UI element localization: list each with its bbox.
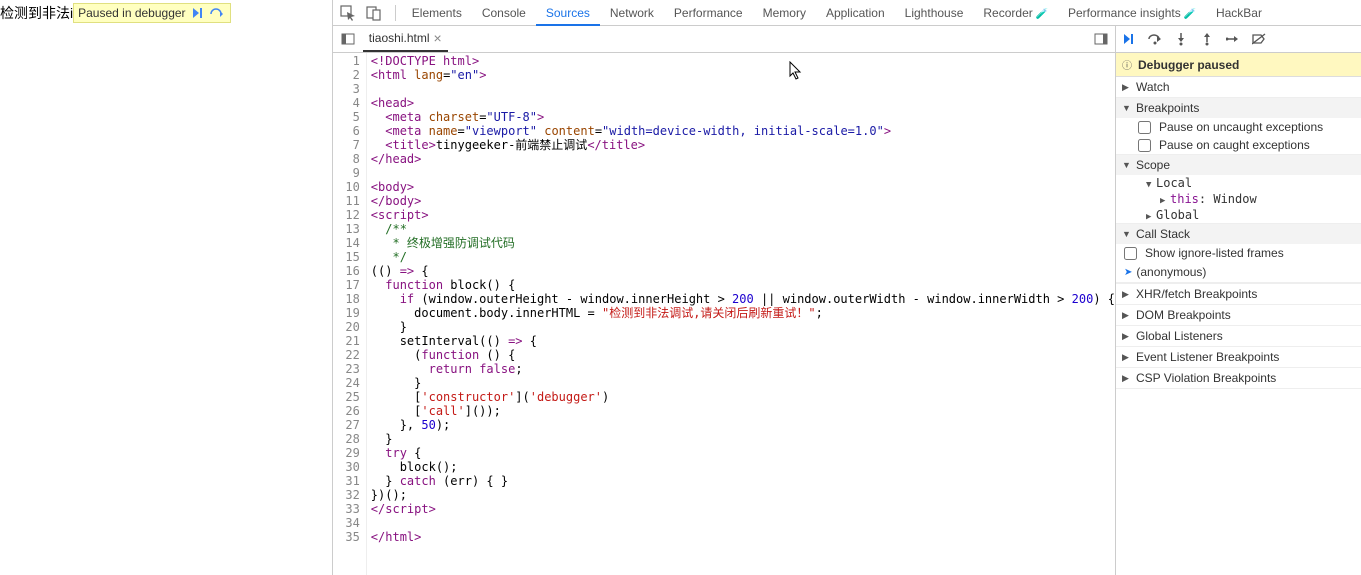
- detected-text: 检测到非法i: [0, 3, 73, 23]
- file-tabs-bar: tiaoshi.html ×: [333, 26, 1115, 53]
- debugger-sidebar: ⓘ Debugger paused ▶Watch ▼Breakpoints Pa…: [1116, 26, 1361, 575]
- step-over-icon[interactable]: [1146, 30, 1164, 48]
- tab-recorder[interactable]: Recorder 🧪: [973, 0, 1058, 26]
- scope-global[interactable]: ▶Global: [1116, 207, 1361, 223]
- event-listener-section[interactable]: ▶Event Listener Breakpoints: [1116, 347, 1361, 367]
- sources-editor-pane: tiaoshi.html × 1234567891011121314151617…: [333, 26, 1116, 575]
- pause-uncaught-checkbox[interactable]: Pause on uncaught exceptions: [1116, 118, 1361, 136]
- debugger-paused-banner: ⓘ Debugger paused: [1116, 53, 1361, 77]
- csp-breakpoints-section[interactable]: ▶CSP Violation Breakpoints: [1116, 368, 1361, 388]
- callstack-frame[interactable]: ➤(anonymous): [1116, 262, 1361, 283]
- tab-hackbar[interactable]: HackBar: [1206, 0, 1272, 26]
- banner-text: Debugger paused: [1138, 58, 1239, 72]
- current-frame-icon: ➤: [1124, 267, 1132, 278]
- navigator-toggle-icon[interactable]: [337, 28, 359, 50]
- inspect-element-icon[interactable]: [337, 2, 359, 24]
- divider: [395, 5, 396, 21]
- step-icon[interactable]: [1224, 30, 1242, 48]
- resume-icon[interactable]: [188, 4, 206, 22]
- resume-button-icon[interactable]: [1120, 30, 1138, 48]
- tab-performance-insights[interactable]: Performance insights 🧪: [1058, 0, 1206, 26]
- file-tab[interactable]: tiaoshi.html ×: [363, 26, 448, 52]
- file-tab-name: tiaoshi.html: [369, 31, 430, 45]
- show-ignore-checkbox[interactable]: Show ignore-listed frames: [1116, 244, 1361, 262]
- paused-overlay: Paused in debugger: [73, 3, 230, 23]
- step-out-icon[interactable]: [1198, 30, 1216, 48]
- scope-section[interactable]: ▼Scope: [1116, 155, 1361, 175]
- code-content[interactable]: <!DOCTYPE html><html lang="en"> <head> <…: [367, 53, 1115, 575]
- tab-memory[interactable]: Memory: [753, 0, 816, 26]
- tab-application[interactable]: Application: [816, 0, 895, 26]
- tab-elements[interactable]: Elements: [402, 0, 472, 26]
- breakpoints-section[interactable]: ▼Breakpoints: [1116, 98, 1361, 118]
- tab-sources[interactable]: Sources: [536, 0, 600, 26]
- global-listeners-section[interactable]: ▶Global Listeners: [1116, 326, 1361, 346]
- watch-section[interactable]: ▶Watch: [1116, 77, 1361, 97]
- scope-local[interactable]: ▼Local: [1116, 175, 1361, 191]
- line-gutter: 1234567891011121314151617181920212223242…: [333, 53, 367, 575]
- tab-performance[interactable]: Performance: [664, 0, 753, 26]
- tab-lighthouse[interactable]: Lighthouse: [895, 0, 974, 26]
- scope-this[interactable]: ▶this: Window: [1116, 191, 1361, 207]
- paused-label: Paused in debugger: [78, 6, 185, 20]
- callstack-section[interactable]: ▼Call Stack: [1116, 224, 1361, 244]
- devtools-tabbar: ElementsConsoleSourcesNetworkPerformance…: [333, 0, 1361, 26]
- step-into-icon[interactable]: [1172, 30, 1190, 48]
- page-content-pane: 检测到非法i Paused in debugger: [0, 0, 332, 575]
- devtools-panel: ElementsConsoleSourcesNetworkPerformance…: [332, 0, 1361, 575]
- step-icon[interactable]: [208, 4, 226, 22]
- pause-caught-checkbox[interactable]: Pause on caught exceptions: [1116, 136, 1361, 154]
- dom-breakpoints-section[interactable]: ▶DOM Breakpoints: [1116, 305, 1361, 325]
- code-editor[interactable]: 1234567891011121314151617181920212223242…: [333, 53, 1115, 575]
- device-toggle-icon[interactable]: [363, 2, 385, 24]
- more-options-icon[interactable]: [1091, 29, 1111, 49]
- info-icon: ⓘ: [1122, 57, 1132, 72]
- tab-console[interactable]: Console: [472, 0, 536, 26]
- deactivate-breakpoints-icon[interactable]: [1250, 30, 1268, 48]
- debugger-toolbar: [1116, 26, 1361, 53]
- xhr-breakpoints-section[interactable]: ▶XHR/fetch Breakpoints: [1116, 284, 1361, 304]
- tab-network[interactable]: Network: [600, 0, 664, 26]
- close-icon[interactable]: ×: [434, 30, 442, 46]
